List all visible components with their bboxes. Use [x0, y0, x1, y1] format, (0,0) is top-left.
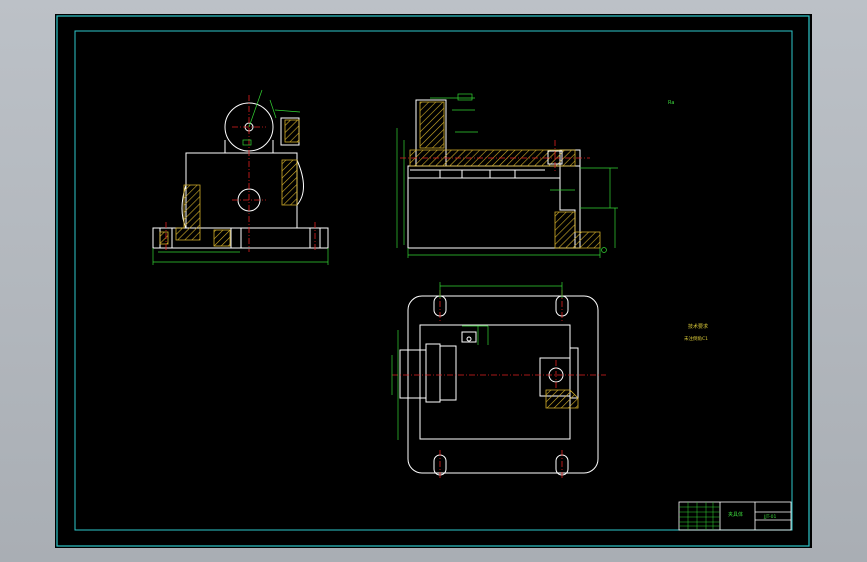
notes-line: 未注倒角C1 — [684, 335, 708, 342]
notes-title: 技术要求 — [688, 323, 708, 330]
cad-viewport[interactable]: Ra 技术要求 未注倒角C1 夹具体 JJT-01 — [0, 0, 867, 562]
top-view-hatch — [545, 389, 579, 409]
drawing-canvas[interactable]: Ra 技术要求 未注倒角C1 夹具体 JJT-01 — [0, 0, 867, 562]
title-block-name: 夹具体 — [728, 511, 743, 518]
roughness-note: Ra — [668, 100, 674, 106]
title-block-code: JJT-01 — [763, 514, 776, 520]
